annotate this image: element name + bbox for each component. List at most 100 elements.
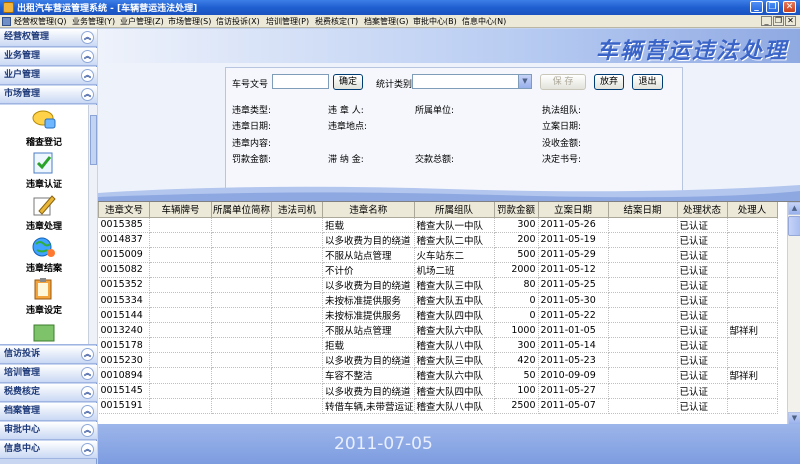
sidebar-section-tax[interactable]: 税费核定 ︽ bbox=[0, 384, 97, 402]
table-row[interactable]: 0015352 以多收费为目的绕道 稽查大队三中队 80 2011-05-25 已认证 bbox=[98, 277, 778, 293]
table-cell[interactable] bbox=[211, 398, 272, 414]
table-cell[interactable] bbox=[727, 232, 778, 248]
table-cell[interactable]: 已认证 bbox=[677, 307, 728, 324]
table-cell[interactable]: 0 bbox=[494, 292, 539, 309]
table-cell[interactable]: 2011-05-14 bbox=[538, 337, 609, 354]
table-cell[interactable] bbox=[211, 337, 272, 354]
scroll-down-arrow-icon[interactable]: ▼ bbox=[788, 412, 800, 424]
table-cell[interactable]: 以多收费为目的绕道 bbox=[322, 232, 415, 248]
nav-inspection-register[interactable]: 稽查登记 bbox=[0, 109, 88, 148]
table-cell[interactable]: 2011-01-05 bbox=[538, 322, 609, 339]
table-cell[interactable] bbox=[149, 247, 212, 263]
table-cell[interactable] bbox=[608, 307, 678, 324]
table-cell[interactable] bbox=[608, 337, 678, 354]
column-header[interactable]: 车辆牌号 bbox=[149, 202, 212, 218]
table-cell[interactable] bbox=[211, 352, 272, 369]
table-cell[interactable]: 稽查大队六中队 bbox=[414, 367, 495, 384]
table-cell[interactable]: 300 bbox=[494, 337, 539, 354]
table-cell[interactable]: 100 bbox=[494, 383, 539, 399]
table-cell[interactable] bbox=[271, 307, 323, 324]
table-cell[interactable] bbox=[727, 262, 778, 278]
close-button[interactable]: ✕ bbox=[783, 1, 796, 13]
nav-more[interactable] bbox=[0, 319, 88, 343]
table-row[interactable]: 0013240 不服从站点管理 稽查大队六中队 1000 2011-01-05 已认证 郜祥… bbox=[98, 322, 778, 339]
table-cell[interactable] bbox=[271, 217, 323, 233]
nav-violation-process[interactable]: 违章处理 bbox=[0, 193, 88, 232]
column-header[interactable]: 罚款金额 bbox=[493, 202, 539, 218]
table-cell[interactable]: 未按标准提供服务 bbox=[322, 307, 415, 324]
table-cell[interactable] bbox=[149, 337, 212, 354]
nav-violation-certify[interactable]: 违章认证 bbox=[0, 151, 88, 190]
collapse-icon[interactable]: ︽ bbox=[81, 424, 94, 437]
menu-operators[interactable]: 业户管理(Z) bbox=[120, 16, 164, 27]
sidebar-section-market[interactable]: 市场管理 ︽ bbox=[0, 86, 97, 104]
table-cell[interactable]: 不服从站点管理 bbox=[322, 247, 415, 263]
table-cell[interactable]: 2011-05-26 bbox=[538, 217, 609, 233]
table-cell[interactable]: 已认证 bbox=[677, 367, 728, 384]
table-cell[interactable] bbox=[608, 262, 678, 278]
grid-scrollbar[interactable]: ▲ ▼ bbox=[787, 202, 800, 424]
table-cell[interactable] bbox=[608, 352, 678, 369]
table-cell[interactable]: 稽查大队三中队 bbox=[414, 277, 495, 293]
table-cell[interactable]: 0015230 bbox=[98, 352, 150, 369]
table-cell[interactable]: 已认证 bbox=[677, 383, 728, 399]
table-cell[interactable] bbox=[211, 367, 272, 384]
table-cell[interactable] bbox=[211, 217, 272, 233]
table-cell[interactable] bbox=[271, 367, 323, 384]
column-header[interactable]: 违章文号 bbox=[98, 202, 150, 218]
table-cell[interactable]: 2011-05-12 bbox=[538, 262, 609, 278]
table-cell[interactable]: 稽查大队四中队 bbox=[414, 307, 495, 324]
column-header[interactable]: 违法司机 bbox=[271, 202, 323, 218]
table-cell[interactable]: 不服从站点管理 bbox=[322, 322, 415, 339]
table-cell[interactable] bbox=[608, 383, 678, 399]
table-cell[interactable]: 稽查大队一中队 bbox=[414, 217, 495, 233]
collapse-icon[interactable]: ︽ bbox=[81, 386, 94, 399]
table-cell[interactable]: 以多收费为目的绕道 bbox=[322, 352, 415, 369]
minimize-button[interactable]: _ bbox=[750, 1, 763, 13]
table-cell[interactable] bbox=[271, 232, 323, 248]
table-cell[interactable] bbox=[211, 307, 272, 324]
table-cell[interactable]: 2011-05-29 bbox=[538, 247, 609, 263]
table-cell[interactable]: 2011-05-25 bbox=[538, 277, 609, 293]
table-cell[interactable] bbox=[149, 352, 212, 369]
table-cell[interactable]: 车容不整洁 bbox=[322, 367, 415, 384]
table-cell[interactable] bbox=[211, 262, 272, 278]
menu-info[interactable]: 信息中心(N) bbox=[462, 16, 506, 27]
mdi-close-button[interactable]: ✕ bbox=[785, 16, 796, 26]
table-cell[interactable] bbox=[727, 292, 778, 309]
table-cell[interactable]: 0015385 bbox=[98, 217, 150, 233]
mdi-restore-button[interactable]: ❐ bbox=[773, 16, 784, 26]
menu-market[interactable]: 市场管理(S) bbox=[168, 16, 211, 27]
table-cell[interactable]: 郜祥利 bbox=[727, 322, 778, 339]
sidebar-section-operating-rights[interactable]: 经营权管理 ︽ bbox=[0, 29, 97, 47]
table-cell[interactable]: 0014837 bbox=[98, 232, 150, 248]
column-header[interactable]: 所属单位简称 bbox=[211, 202, 272, 218]
menu-complaints[interactable]: 信访投诉(X) bbox=[216, 16, 260, 27]
sidebar-section-info[interactable]: 信息中心 ︽ bbox=[0, 441, 97, 459]
table-cell[interactable] bbox=[608, 367, 678, 384]
table-cell[interactable] bbox=[211, 232, 272, 248]
table-cell[interactable] bbox=[149, 307, 212, 324]
table-row[interactable]: 0015144 未按标准提供服务 稽查大队四中队 0 2011-05-22 已认证 bbox=[98, 307, 778, 324]
table-cell[interactable]: 0015145 bbox=[98, 383, 150, 399]
collapse-icon[interactable]: ︽ bbox=[81, 50, 94, 63]
table-cell[interactable] bbox=[727, 383, 778, 399]
table-cell[interactable] bbox=[149, 292, 212, 309]
table-cell[interactable]: 稽查大队六中队 bbox=[414, 322, 495, 339]
save-button[interactable]: 保 存 bbox=[540, 74, 586, 90]
sidebar-section-approval[interactable]: 审批中心 ︽ bbox=[0, 422, 97, 440]
table-cell[interactable] bbox=[608, 247, 678, 263]
table-cell[interactable]: 以多收费为目的绕道 bbox=[322, 277, 415, 293]
table-cell[interactable] bbox=[727, 247, 778, 263]
table-cell[interactable]: 0 bbox=[494, 307, 539, 324]
table-cell[interactable] bbox=[149, 383, 212, 399]
table-row[interactable]: 0015178 拒载 稽查大队八中队 300 2011-05-14 已认证 bbox=[98, 337, 778, 354]
table-cell[interactable] bbox=[149, 322, 212, 339]
scroll-thumb[interactable] bbox=[90, 115, 97, 165]
table-cell[interactable] bbox=[727, 352, 778, 369]
table-cell[interactable] bbox=[271, 322, 323, 339]
sidebar-section-archives[interactable]: 档案管理 ︽ bbox=[0, 403, 97, 421]
table-cell[interactable]: 2011-05-30 bbox=[538, 292, 609, 309]
table-row[interactable]: 0015385 拒载 稽查大队一中队 300 2011-05-26 已认证 bbox=[98, 217, 778, 233]
table-cell[interactable] bbox=[727, 398, 778, 414]
